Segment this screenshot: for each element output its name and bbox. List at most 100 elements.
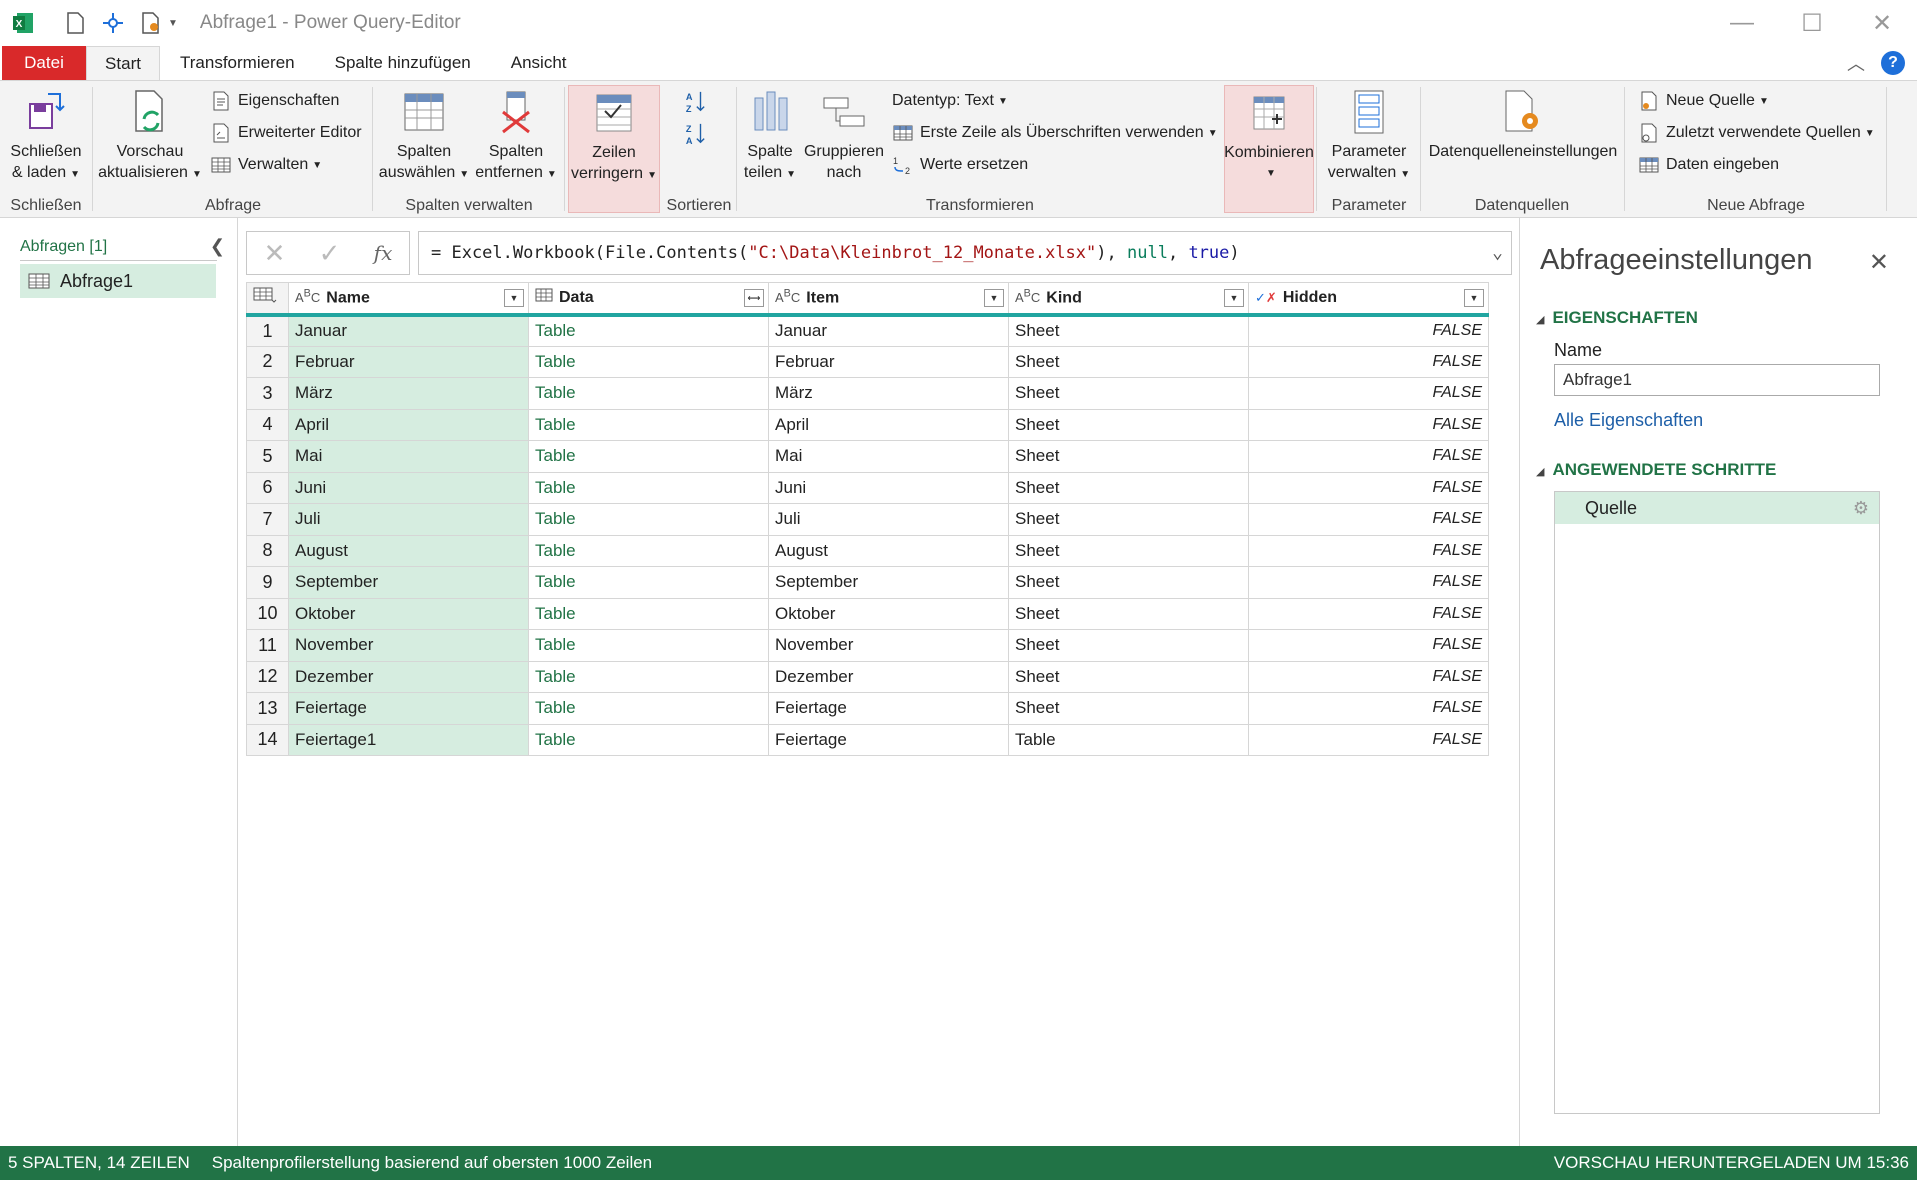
first-row-headers-button[interactable]: Erste Zeile als Überschriften verwenden ▼: [892, 119, 1218, 147]
text-type-icon[interactable]: ABC: [1015, 288, 1040, 305]
filter-dropdown-icon[interactable]: ▼: [1464, 289, 1484, 307]
cell-data[interactable]: Table: [528, 660, 769, 693]
connector-icon[interactable]: [98, 8, 128, 38]
row-number[interactable]: 8: [246, 534, 289, 567]
query-name-input[interactable]: Abfrage1: [1554, 364, 1880, 396]
cell-hidden[interactable]: FALSE: [1248, 503, 1489, 536]
cell-item[interactable]: Dezember: [768, 660, 1009, 693]
qat-dropdown-icon[interactable]: ▼: [168, 18, 178, 29]
cell-item[interactable]: Juni: [768, 471, 1009, 504]
cell-kind[interactable]: Sheet: [1008, 534, 1249, 567]
cell-data[interactable]: Table: [528, 692, 769, 725]
cell-kind[interactable]: Sheet: [1008, 471, 1249, 504]
cancel-formula-icon[interactable]: ✕: [264, 238, 286, 269]
cell-item[interactable]: Mai: [768, 440, 1009, 473]
new-source-button[interactable]: Neue Quelle ▼: [1638, 87, 1769, 115]
cell-name[interactable]: Januar: [288, 314, 529, 347]
cell-item[interactable]: Feiertage: [768, 723, 1009, 756]
cell-name[interactable]: Juni: [288, 471, 529, 504]
filter-dropdown-icon[interactable]: ▼: [1224, 289, 1244, 307]
manage-parameters-button[interactable]: Parameter verwalten ▼: [1324, 87, 1414, 185]
cell-name[interactable]: August: [288, 534, 529, 567]
help-icon[interactable]: ?: [1881, 51, 1905, 75]
maximize-button[interactable]: ☐: [1777, 0, 1847, 46]
cell-kind[interactable]: Sheet: [1008, 408, 1249, 441]
group-by-button[interactable]: Gruppieren nach: [802, 87, 886, 183]
gear-icon[interactable]: ⚙: [1853, 498, 1869, 519]
combine-button[interactable]: Kombinieren ▼: [1224, 85, 1314, 213]
cell-item[interactable]: Juli: [768, 503, 1009, 536]
row-number[interactable]: 7: [246, 503, 289, 536]
cell-kind[interactable]: Sheet: [1008, 440, 1249, 473]
column-header-item[interactable]: ABC Item ▼: [768, 282, 1009, 317]
table-row[interactable]: 3 März Table März Sheet FALSE: [246, 377, 1489, 410]
applied-steps-section-header[interactable]: ◢ ANGEWENDETE SCHRITTE: [1536, 460, 1776, 480]
data-type-dropdown[interactable]: Datentyp: Text ▼: [892, 87, 1008, 115]
queries-header[interactable]: Abfragen [1]: [20, 238, 107, 256]
cell-item[interactable]: September: [768, 566, 1009, 599]
query-item[interactable]: Abfrage1: [20, 264, 216, 298]
refresh-preview-button[interactable]: Vorschau aktualisieren ▼: [98, 87, 202, 185]
cell-name[interactable]: April: [288, 408, 529, 441]
cell-name[interactable]: Juli: [288, 503, 529, 536]
tab-start[interactable]: Start: [86, 46, 160, 80]
row-number[interactable]: 14: [246, 723, 289, 756]
cell-name[interactable]: Feiertage1: [288, 723, 529, 756]
table-row[interactable]: 9 September Table September Sheet FALSE: [246, 566, 1489, 599]
cell-data[interactable]: Table: [528, 597, 769, 630]
sort-ascending-button[interactable]: AZ: [684, 87, 712, 117]
table-type-icon[interactable]: [535, 288, 553, 305]
cell-hidden[interactable]: FALSE: [1248, 408, 1489, 441]
properties-section-header[interactable]: ◢ EIGENSCHAFTEN: [1536, 308, 1698, 328]
cell-kind[interactable]: Sheet: [1008, 503, 1249, 536]
cell-data[interactable]: Table: [528, 534, 769, 567]
cell-name[interactable]: Oktober: [288, 597, 529, 630]
table-row[interactable]: 14 Feiertage1 Table Feiertage Table FALSE: [246, 723, 1489, 756]
expand-formula-icon[interactable]: ⌄: [1492, 242, 1503, 263]
cell-kind[interactable]: Sheet: [1008, 660, 1249, 693]
cell-data[interactable]: Table: [528, 440, 769, 473]
data-source-settings-button[interactable]: Datenquelleneinstellungen: [1428, 87, 1618, 162]
tab-datei[interactable]: Datei: [2, 46, 86, 80]
choose-columns-button[interactable]: Spalten auswählen ▼: [379, 87, 469, 185]
table-menu-button[interactable]: [246, 282, 289, 317]
table-row[interactable]: 10 Oktober Table Oktober Sheet FALSE: [246, 597, 1489, 630]
cell-kind[interactable]: Sheet: [1008, 314, 1249, 347]
cell-hidden[interactable]: FALSE: [1248, 314, 1489, 347]
applied-step[interactable]: Quelle ⚙: [1555, 492, 1879, 524]
advanced-editor-button[interactable]: Erweiterter Editor: [210, 119, 362, 147]
filter-dropdown-icon[interactable]: ▼: [984, 289, 1004, 307]
cell-name[interactable]: September: [288, 566, 529, 599]
column-header-data[interactable]: Data ⟷: [528, 282, 769, 317]
cell-data[interactable]: Table: [528, 471, 769, 504]
tab-transformieren[interactable]: Transformieren: [160, 46, 315, 80]
fx-icon[interactable]: fx: [374, 241, 393, 265]
cell-data[interactable]: Table: [528, 408, 769, 441]
cell-item[interactable]: März: [768, 377, 1009, 410]
cell-hidden[interactable]: FALSE: [1248, 597, 1489, 630]
all-properties-link[interactable]: Alle Eigenschaften: [1554, 410, 1703, 431]
text-type-icon[interactable]: ABC: [775, 288, 800, 305]
document-icon[interactable]: [60, 8, 90, 38]
sort-descending-button[interactable]: ZA: [684, 119, 712, 149]
close-load-button[interactable]: Schließen & laden ▼: [4, 87, 88, 185]
column-header-name[interactable]: ABC Name ▼: [288, 282, 529, 317]
table-row[interactable]: 1 Januar Table Januar Sheet FALSE: [246, 314, 1489, 347]
cell-data[interactable]: Table: [528, 377, 769, 410]
cell-hidden[interactable]: FALSE: [1248, 692, 1489, 725]
tab-ansicht[interactable]: Ansicht: [491, 46, 587, 80]
minimize-button[interactable]: —: [1707, 0, 1777, 46]
table-row[interactable]: 12 Dezember Table Dezember Sheet FALSE: [246, 660, 1489, 693]
cell-data[interactable]: Table: [528, 345, 769, 378]
cell-data[interactable]: Table: [528, 629, 769, 662]
cell-item[interactable]: Feiertage: [768, 692, 1009, 725]
replace-values-button[interactable]: 12 Werte ersetzen: [892, 151, 1028, 179]
table-row[interactable]: 2 Februar Table Februar Sheet FALSE: [246, 345, 1489, 378]
cell-kind[interactable]: Sheet: [1008, 629, 1249, 662]
cell-hidden[interactable]: FALSE: [1248, 534, 1489, 567]
row-number[interactable]: 1: [246, 314, 289, 347]
cell-kind[interactable]: Table: [1008, 723, 1249, 756]
column-header-kind[interactable]: ABC Kind ▼: [1008, 282, 1249, 317]
cell-item[interactable]: Januar: [768, 314, 1009, 347]
cell-item[interactable]: April: [768, 408, 1009, 441]
